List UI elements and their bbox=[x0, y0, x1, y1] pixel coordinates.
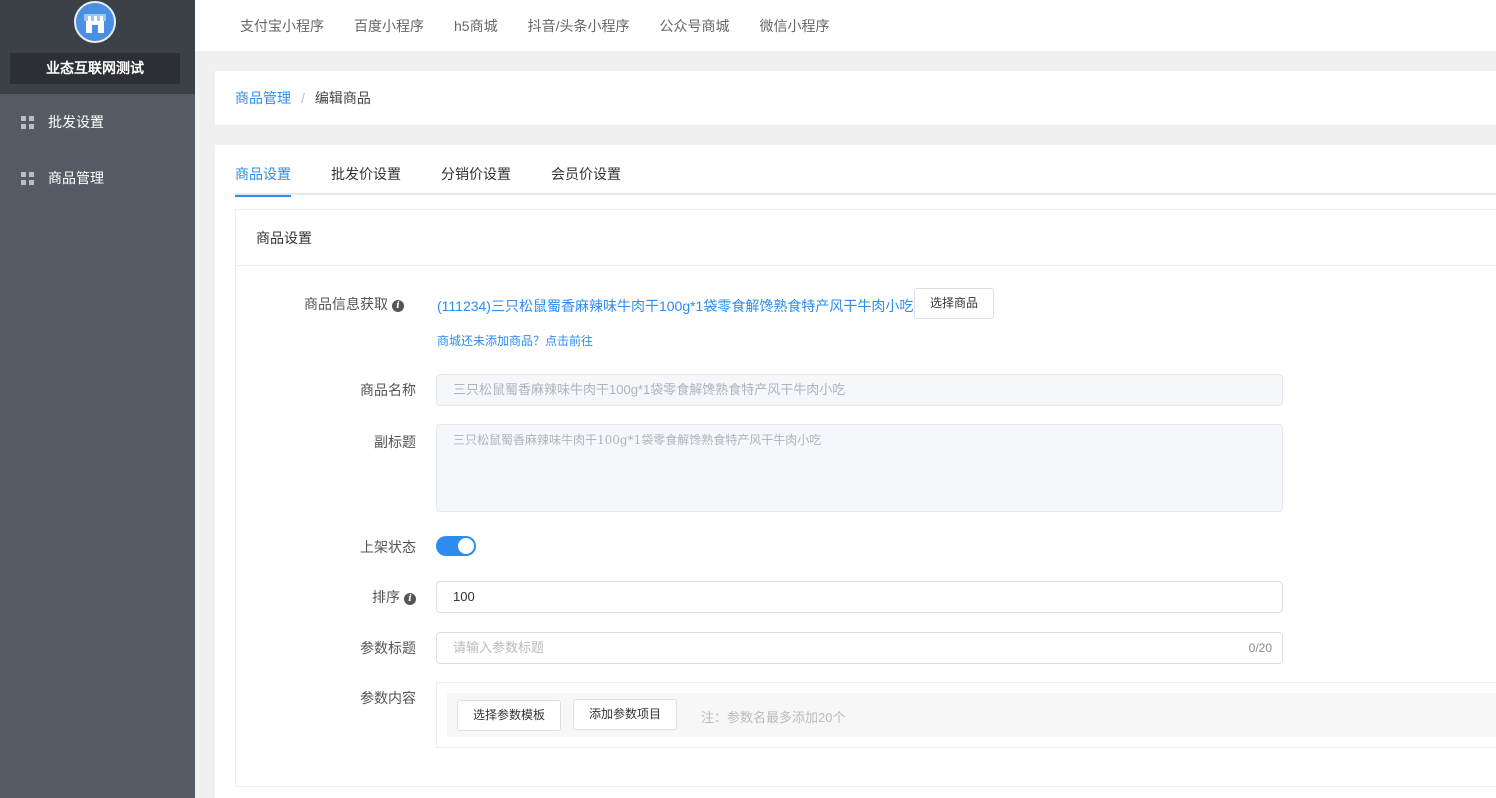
store-name: 业态互联网测试 bbox=[10, 53, 180, 84]
param-content-label: 参数内容 bbox=[360, 690, 416, 706]
channel-tabs: 支付宝小程序 百度小程序 h5商城 抖音/头条小程序 公众号商城 微信小程序 bbox=[195, 0, 1496, 51]
breadcrumb: 商品管理 / 编辑商品 bbox=[215, 71, 1496, 125]
tab-douyin-miniprogram[interactable]: 抖音/头条小程序 bbox=[528, 16, 630, 36]
tab-official-account-mall[interactable]: 公众号商城 bbox=[659, 16, 729, 36]
tab-h5-mall[interactable]: h5商城 bbox=[454, 16, 498, 36]
sidebar-item-product-management[interactable]: 商品管理 bbox=[0, 150, 195, 206]
sidebar-header: 业态互联网测试 bbox=[0, 0, 195, 94]
breadcrumb-parent-link[interactable]: 商品管理 bbox=[235, 88, 291, 108]
product-source-label: 商品信息获取 i bbox=[224, 294, 404, 314]
sidebar-item-wholesale-settings[interactable]: 批发设置 bbox=[0, 94, 195, 150]
select-product-button[interactable]: 选择商品 bbox=[914, 288, 994, 319]
product-settings-panel: 商品设置 商品信息获取 i (111234)三只松鼠蜀香麻辣味牛肉干100g*1袋… bbox=[235, 209, 1496, 787]
info-icon[interactable]: i bbox=[392, 300, 404, 312]
tab-product-settings[interactable]: 商品设置 bbox=[235, 145, 291, 197]
selected-product-link[interactable]: (111234)三只松鼠蜀香麻辣味牛肉干100g*1袋零食解馋熟食特产风干牛肉小… bbox=[437, 296, 913, 316]
add-param-item-button[interactable]: 添加参数项目 bbox=[573, 699, 677, 730]
sort-input[interactable]: 100 bbox=[436, 581, 1283, 613]
param-title-label: 参数标题 bbox=[360, 640, 416, 656]
param-title-input[interactable]: 请输入参数标题 0/20 bbox=[436, 632, 1283, 664]
tab-member-price-settings[interactable]: 会员价设置 bbox=[551, 145, 621, 195]
product-name-label: 商品名称 bbox=[360, 382, 416, 398]
listing-status-switch[interactable] bbox=[436, 536, 476, 556]
select-param-template-button[interactable]: 选择参数模板 bbox=[457, 700, 561, 731]
subtitle-label: 副标题 bbox=[374, 434, 416, 450]
sort-label: 排序 i bbox=[236, 587, 416, 607]
main-content: 商品设置 批发价设置 分销价设置 会员价设置 商品设置 商品信息获取 i (111… bbox=[215, 145, 1496, 798]
param-toolbar: 选择参数模板 添加参数项目 注：参数名最多添加20个 bbox=[447, 693, 1496, 737]
tab-distribution-price-settings[interactable]: 分销价设置 bbox=[441, 145, 511, 195]
panel-title: 商品设置 bbox=[236, 210, 1496, 266]
param-title-placeholder: 请输入参数标题 bbox=[453, 640, 545, 655]
breadcrumb-separator: / bbox=[301, 90, 305, 106]
store-avatar-icon[interactable] bbox=[74, 1, 116, 43]
go-add-product-link[interactable]: 商城还未添加商品？点击前往 bbox=[437, 332, 593, 349]
listing-status-label: 上架状态 bbox=[360, 539, 416, 555]
tab-alipay-miniprogram[interactable]: 支付宝小程序 bbox=[240, 16, 324, 36]
grid-icon bbox=[21, 115, 34, 129]
tab-wholesale-price-settings[interactable]: 批发价设置 bbox=[331, 145, 401, 195]
sidebar-item-label: 商品管理 bbox=[48, 170, 104, 186]
sidebar: 业态互联网测试 批发设置 商品管理 bbox=[0, 0, 195, 798]
settings-tabs: 商品设置 批发价设置 分销价设置 会员价设置 bbox=[235, 145, 1496, 197]
param-content-box: 选择参数模板 添加参数项目 注：参数名最多添加20个 bbox=[436, 682, 1496, 748]
param-limit-note: 注：参数名最多添加20个 bbox=[701, 710, 846, 725]
grid-icon bbox=[21, 171, 34, 185]
param-title-counter: 0/20 bbox=[1248, 641, 1272, 655]
sidebar-item-label: 批发设置 bbox=[48, 114, 104, 130]
tab-baidu-miniprogram[interactable]: 百度小程序 bbox=[354, 16, 424, 36]
subtitle-textarea[interactable]: 三只松鼠蜀香麻辣味牛肉干100g*1袋零食解馋熟食特产风干牛肉小吃 bbox=[436, 424, 1283, 512]
tab-wechat-miniprogram[interactable]: 微信小程序 bbox=[759, 16, 829, 36]
breadcrumb-current: 编辑商品 bbox=[314, 90, 371, 106]
product-name-input[interactable]: 三只松鼠蜀香麻辣味牛肉干100g*1袋零食解馋熟食特产风干牛肉小吃 bbox=[436, 374, 1283, 406]
info-icon[interactable]: i bbox=[404, 593, 416, 605]
switch-knob bbox=[458, 538, 474, 554]
